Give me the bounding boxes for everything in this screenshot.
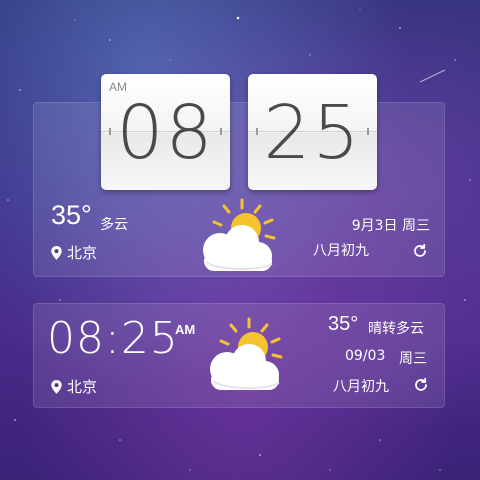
location-pin-icon: [51, 245, 62, 260]
lunar-date: 八月初九: [313, 243, 369, 259]
refresh-icon[interactable]: [413, 377, 429, 393]
minutes-digits: 25: [263, 90, 362, 176]
location-pin-icon: [51, 379, 62, 394]
weather-condition: 多云: [100, 217, 128, 233]
lunar-date: 八月初九: [333, 379, 389, 395]
flip-divider: [101, 131, 230, 132]
flip-hinge-left: [109, 128, 111, 135]
date-weekday: 9月3日 周三: [351, 218, 430, 234]
flip-hinge-left: [256, 128, 258, 135]
location-label: 北京: [67, 378, 98, 396]
digital-time: 08:25: [47, 313, 179, 364]
ampm-label: AM: [175, 322, 196, 337]
temperature: 35°: [328, 313, 359, 335]
flip-clock-hours[interactable]: AM 08: [101, 74, 230, 190]
location-label: 北京: [67, 244, 98, 262]
refresh-icon[interactable]: [412, 243, 428, 259]
weather-condition: 晴转多云: [368, 321, 424, 337]
temperature: 35°: [51, 200, 92, 230]
flip-hinge-right: [220, 128, 222, 135]
date: 09/03: [345, 348, 386, 364]
partly-cloudy-icon: [203, 198, 276, 271]
flip-clock-minutes[interactable]: 25: [248, 74, 377, 190]
flip-hinge-right: [367, 128, 369, 135]
partly-cloudy-icon: [210, 317, 283, 390]
location[interactable]: 北京: [51, 376, 97, 397]
hours-digits: 08: [116, 90, 215, 176]
location[interactable]: 北京: [51, 242, 97, 263]
weekday: 周三: [399, 351, 427, 367]
flip-divider: [248, 131, 377, 132]
